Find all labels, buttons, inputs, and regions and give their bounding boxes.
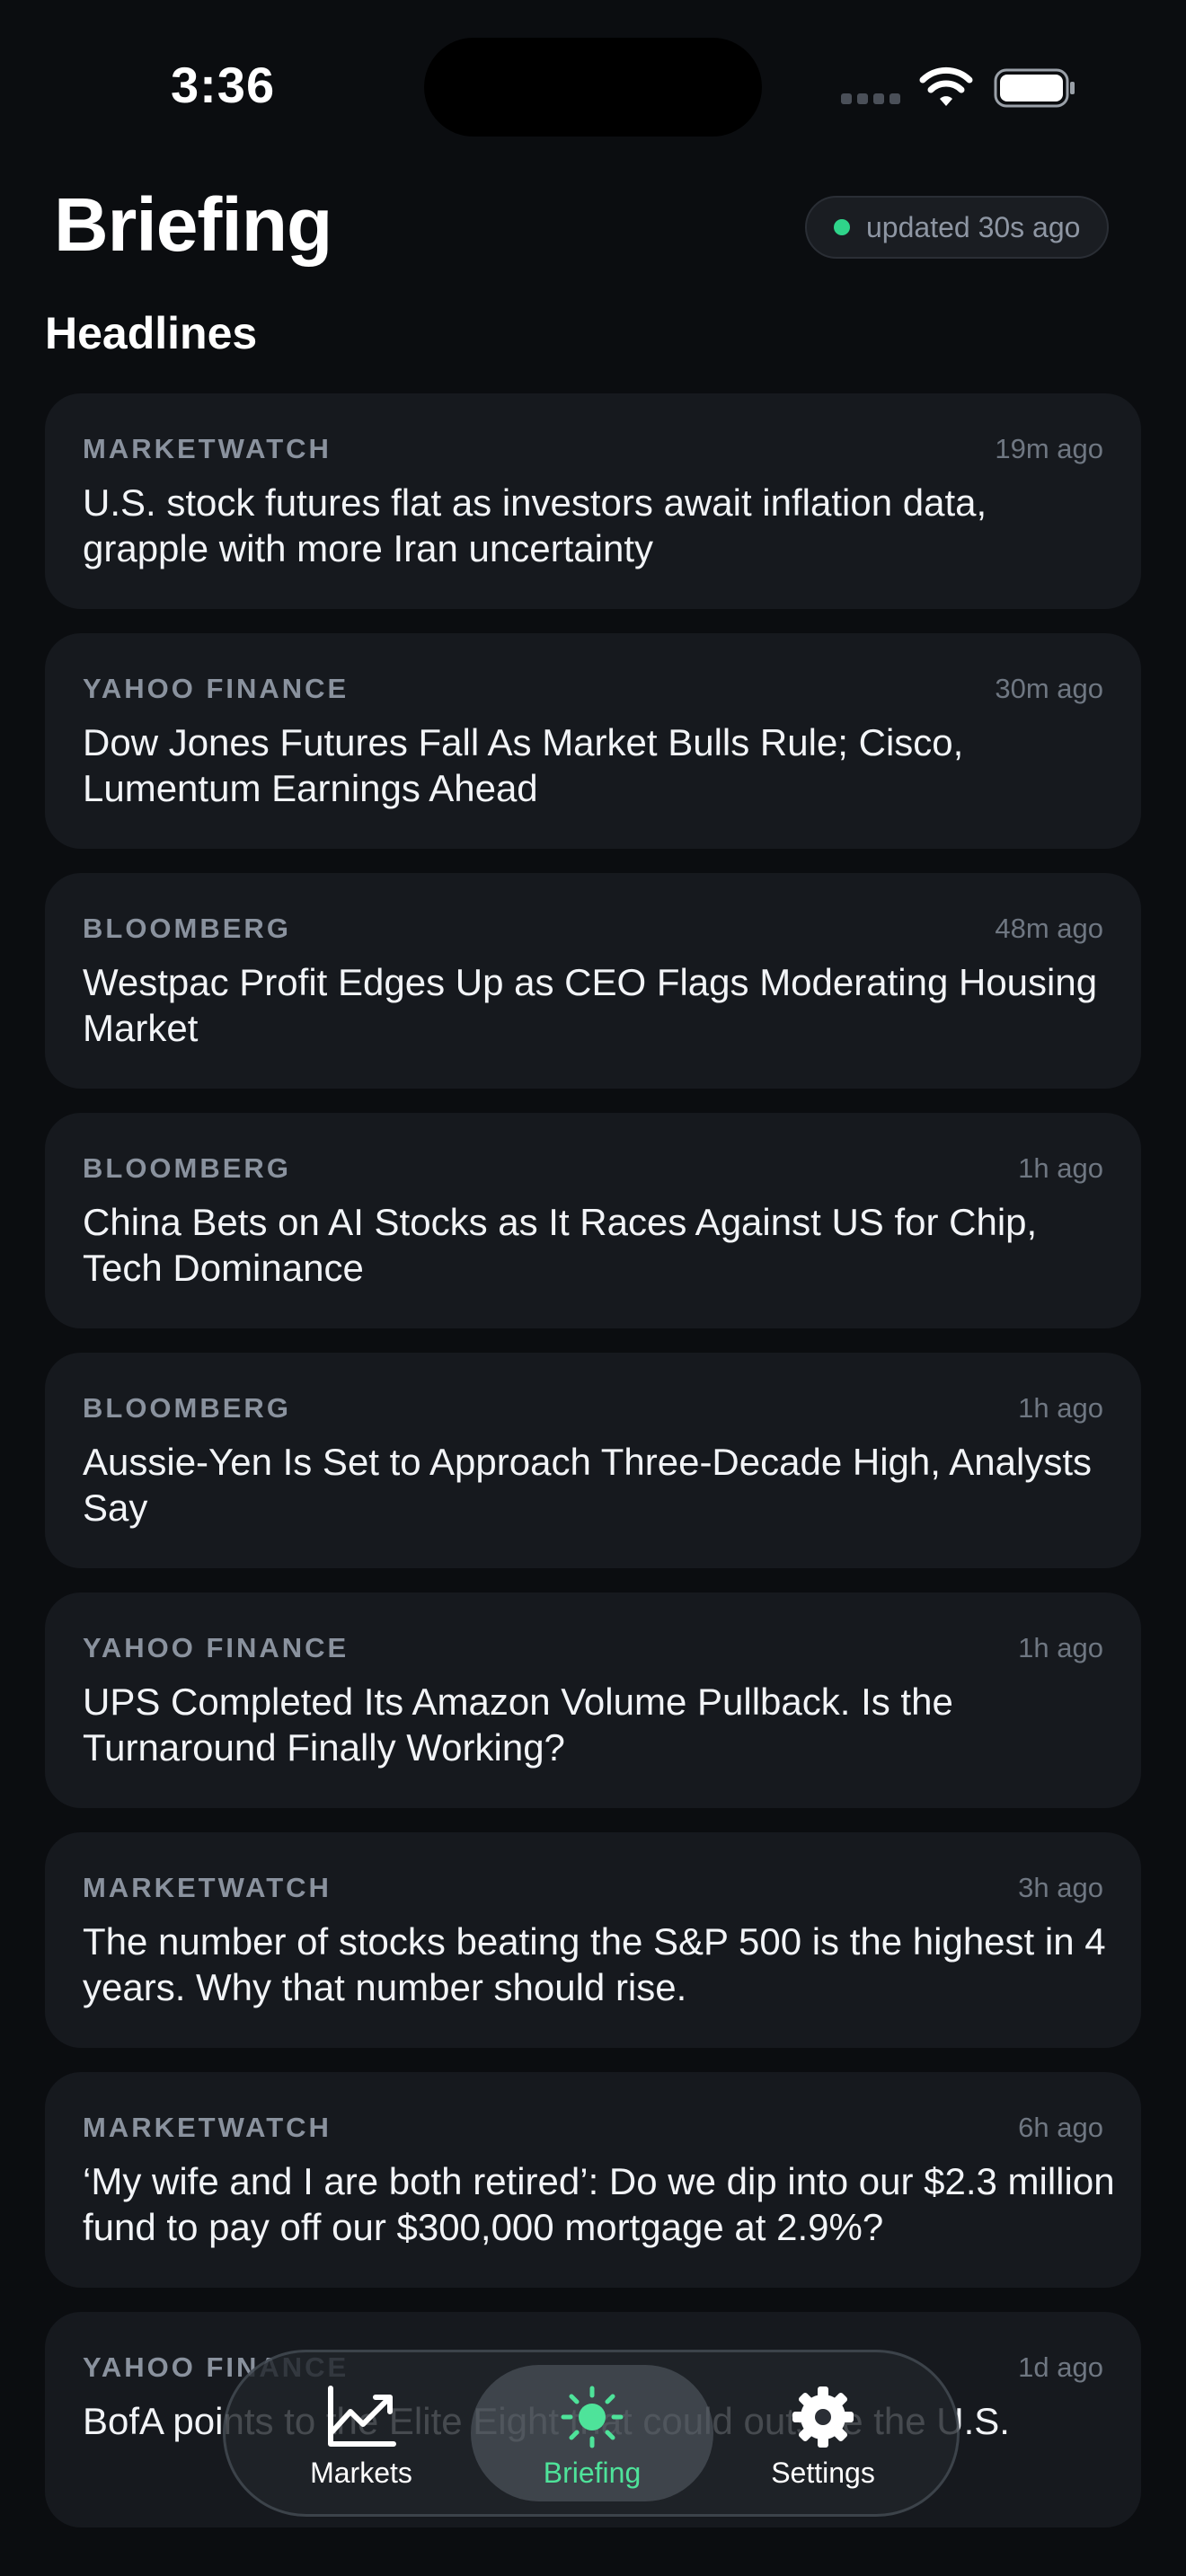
page-title: Briefing [54, 182, 332, 267]
tab-settings[interactable]: Settings [702, 2365, 944, 2501]
headline-time: 30m ago [995, 673, 1103, 704]
live-indicator-dot [834, 219, 850, 235]
headline-title: ‘My wife and I are both retired’: Do we … [83, 2160, 1115, 2248]
updated-label: updated 30s ago [866, 210, 1081, 243]
tab-label: Markets [310, 2457, 412, 2489]
tab-label: Briefing [543, 2457, 642, 2489]
headline-card[interactable]: MARKETWATCH 3h ago The number of stocks … [45, 1832, 1141, 2048]
headline-time: 1h ago [1018, 1152, 1103, 1184]
headline-title: China Bets on AI Stocks as It Races Agai… [83, 1201, 1038, 1289]
headline-source: BLOOMBERG [83, 913, 291, 944]
headline-title: The number of stocks beating the S&P 500… [83, 1920, 1106, 2008]
headline-source: MARKETWATCH [83, 2112, 332, 2143]
headline-time: 1d ago [1018, 2351, 1103, 2383]
updated-status-badge: updated 30s ago [805, 196, 1110, 259]
headline-card[interactable]: BLOOMBERG 1h ago China Bets on AI Stocks… [45, 1113, 1141, 1328]
headline-time: 3h ago [1018, 1872, 1103, 1903]
headline-title: UPS Completed Its Amazon Volume Pullback… [83, 1681, 953, 1769]
headline-source: YAHOO FINANCE [83, 1632, 350, 1663]
headline-title: Aussie-Yen Is Set to Approach Three-Deca… [83, 1441, 1092, 1529]
headline-time: 48m ago [995, 913, 1103, 944]
tab-markets[interactable]: Markets [240, 2365, 482, 2501]
tab-briefing[interactable]: Briefing [471, 2365, 713, 2501]
headline-title: Dow Jones Futures Fall As Market Bulls R… [83, 721, 964, 809]
cellular-signal-icon [841, 93, 900, 104]
headline-card[interactable]: YAHOO FINANCE 1h ago UPS Completed Its A… [45, 1592, 1141, 1808]
tab-label: Settings [771, 2457, 875, 2489]
headline-source: BLOOMBERG [83, 1152, 291, 1184]
chart-line-icon [328, 2386, 396, 2447]
headline-card[interactable]: MARKETWATCH 19m ago U.S. stock futures f… [45, 393, 1141, 609]
sun-icon [561, 2386, 624, 2448]
status-bar: 3:36 [0, 0, 1186, 171]
battery-icon [994, 68, 1075, 108]
headline-time: 6h ago [1018, 2112, 1103, 2143]
dynamic-island [424, 38, 762, 137]
headline-title: Westpac Profit Edges Up as CEO Flags Mod… [83, 961, 1098, 1049]
tab-bar: Markets Briefing Settings [223, 2350, 960, 2517]
headline-time: 1h ago [1018, 1392, 1103, 1424]
headline-title: U.S. stock futures flat as investors awa… [83, 481, 987, 569]
headline-card[interactable]: BLOOMBERG 1h ago Aussie-Yen Is Set to Ap… [45, 1353, 1141, 1568]
headline-source: BLOOMBERG [83, 1392, 291, 1424]
headline-card[interactable]: MARKETWATCH 6h ago ‘My wife and I are bo… [45, 2072, 1141, 2288]
section-title: Headlines [45, 308, 258, 358]
headline-card[interactable]: BLOOMBERG 48m ago Westpac Profit Edges U… [45, 873, 1141, 1089]
headline-time: 19m ago [995, 433, 1103, 464]
headline-time: 1h ago [1018, 1632, 1103, 1663]
headline-source: MARKETWATCH [83, 433, 332, 464]
headline-source: YAHOO FINANCE [83, 673, 350, 704]
wifi-icon [919, 66, 973, 106]
gear-icon [792, 2386, 854, 2448]
headline-card[interactable]: YAHOO FINANCE 30m ago Dow Jones Futures … [45, 633, 1141, 849]
status-time: 3:36 [171, 57, 276, 113]
headline-source: MARKETWATCH [83, 1872, 332, 1903]
